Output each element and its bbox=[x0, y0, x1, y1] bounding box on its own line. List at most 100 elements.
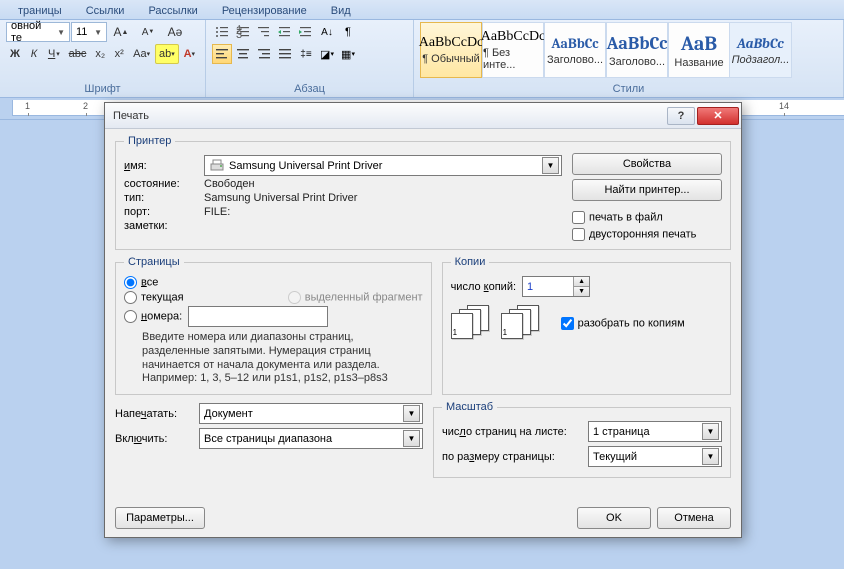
chevron-down-icon: ▾ bbox=[330, 50, 334, 58]
copies-spinner[interactable]: 1 ▲▼ bbox=[522, 276, 590, 297]
borders-button[interactable]: ▦▾ bbox=[338, 44, 358, 64]
subscript-button[interactable]: x₂ bbox=[91, 44, 109, 64]
help-button[interactable]: ? bbox=[667, 107, 695, 125]
tab-view[interactable]: Вид bbox=[319, 3, 363, 19]
shrink-font-button[interactable]: A▼ bbox=[135, 22, 161, 42]
pages-current-radio[interactable]: текущая bbox=[124, 291, 184, 304]
pages-selection-label: выделенный фрагмент bbox=[305, 291, 423, 303]
style-heading2[interactable]: AaBbCcЗаголово... bbox=[606, 22, 668, 78]
print-dialog: Печать ? ✕ Принтер имя: Samsung Universa… bbox=[104, 102, 742, 538]
print-what-value: Документ bbox=[204, 408, 253, 420]
indent-increase-button[interactable] bbox=[296, 22, 316, 42]
group-title-font: Шрифт bbox=[6, 81, 199, 97]
find-printer-button[interactable]: Найти принтер... bbox=[572, 179, 722, 201]
align-justify-button[interactable] bbox=[275, 44, 295, 64]
change-case-button[interactable]: Aa▾ bbox=[129, 44, 154, 64]
include-value: Все страницы диапазона bbox=[204, 433, 332, 445]
tab-review[interactable]: Рецензирование bbox=[210, 3, 319, 19]
per-sheet-combo[interactable]: 1 страница▼ bbox=[588, 421, 722, 442]
ruler-tick: 2 bbox=[83, 101, 88, 111]
pages-numbers-radio[interactable]: номера: bbox=[124, 310, 182, 323]
font-color-icon: A bbox=[184, 48, 192, 60]
align-right-button[interactable] bbox=[254, 44, 274, 64]
pages-legend: Страницы bbox=[124, 256, 184, 268]
clear-format-button[interactable]: Aә bbox=[162, 22, 188, 42]
italic-icon: К bbox=[31, 48, 37, 60]
collate-checkbox[interactable]: разобрать по копиям bbox=[561, 317, 685, 330]
style-sample: AaBbCcDc bbox=[481, 29, 546, 45]
chevron-down-icon[interactable]: ▼ bbox=[702, 448, 719, 465]
italic-button[interactable]: К bbox=[25, 44, 43, 64]
bold-icon: Ж bbox=[10, 48, 20, 60]
printer-port-value: FILE: bbox=[204, 206, 230, 218]
style-normal[interactable]: AaBbCcDc¶ Обычный bbox=[420, 22, 482, 78]
shrink-font-icon: A▼ bbox=[139, 23, 157, 41]
style-sample: AaBbCc bbox=[737, 35, 784, 52]
align-left-button[interactable] bbox=[212, 44, 232, 64]
indent-decrease-button[interactable] bbox=[275, 22, 295, 42]
tab-references[interactable]: Ссылки bbox=[74, 3, 137, 19]
highlight-button[interactable]: ab▾ bbox=[155, 44, 179, 64]
style-label: Название bbox=[674, 57, 723, 69]
ribbon-tabs: траницы Ссылки Рассылки Рецензирование В… bbox=[0, 0, 844, 20]
ok-button[interactable]: OK bbox=[577, 507, 651, 529]
pages-hint: Введите номера или диапазоны страниц, ра… bbox=[142, 331, 402, 386]
fit-combo[interactable]: Текущий ▼ bbox=[588, 446, 722, 467]
chevron-down-icon[interactable]: ▼ bbox=[542, 157, 559, 174]
style-label: ¶ Обычный bbox=[422, 53, 480, 65]
cancel-button[interactable]: Отмена bbox=[657, 507, 731, 529]
group-title-styles: Стили bbox=[420, 81, 837, 97]
align-center-button[interactable] bbox=[233, 44, 253, 64]
copies-legend: Копии bbox=[451, 256, 490, 268]
multilevel-button[interactable] bbox=[254, 22, 274, 42]
close-button[interactable]: ✕ bbox=[697, 107, 739, 125]
printer-name-label: имя: bbox=[124, 160, 198, 172]
show-marks-button[interactable]: ¶ bbox=[338, 22, 358, 42]
style-subtitle[interactable]: AaBbCcПодзагол... bbox=[730, 22, 792, 78]
styles-gallery[interactable]: AaBbCcDc¶ Обычный AaBbCcDc¶ Без инте... … bbox=[420, 22, 837, 78]
line-spacing-button[interactable]: ‡≡ bbox=[296, 44, 316, 64]
params-button[interactable]: Параметры... bbox=[115, 507, 205, 529]
bold-button[interactable]: Ж bbox=[6, 44, 24, 64]
underline-button[interactable]: Ч▾ bbox=[44, 44, 64, 64]
strike-button[interactable]: abc bbox=[65, 44, 91, 64]
chevron-down-icon: ▾ bbox=[147, 50, 151, 58]
printer-name-value: Samsung Universal Print Driver bbox=[229, 160, 382, 172]
numbering-button[interactable]: 123 bbox=[233, 22, 253, 42]
include-combo[interactable]: Все страницы диапазона ▼ bbox=[199, 428, 423, 449]
spin-up-icon[interactable]: ▲ bbox=[573, 277, 589, 287]
spin-down-icon[interactable]: ▼ bbox=[573, 287, 589, 296]
style-title[interactable]: AaBНазвание bbox=[668, 22, 730, 78]
group-title-paragraph: Абзац bbox=[212, 81, 407, 97]
style-nospacing[interactable]: AaBbCcDc¶ Без инте... bbox=[482, 22, 544, 78]
fit-value: Текущий bbox=[593, 451, 637, 463]
printer-icon bbox=[209, 159, 225, 173]
chevron-down-icon[interactable]: ▼ bbox=[702, 423, 719, 440]
sort-icon: A↓ bbox=[321, 27, 333, 38]
superscript-button[interactable]: x² bbox=[110, 44, 128, 64]
style-heading1[interactable]: AaBbCcЗаголово... bbox=[544, 22, 606, 78]
properties-button[interactable]: Свойства bbox=[572, 153, 722, 175]
dialog-titlebar[interactable]: Печать ? ✕ bbox=[105, 103, 741, 129]
print-to-file-checkbox[interactable]: печать в файл bbox=[572, 211, 722, 224]
grow-font-button[interactable]: A▲ bbox=[108, 22, 134, 42]
printer-name-combo[interactable]: Samsung Universal Print Driver ▼ bbox=[204, 155, 562, 176]
font-name-combo[interactable]: овной те▼ bbox=[6, 22, 70, 42]
tab-mailings[interactable]: Рассылки bbox=[136, 3, 209, 19]
line-spacing-icon: ‡≡ bbox=[300, 49, 311, 60]
chevron-down-icon[interactable]: ▼ bbox=[403, 430, 420, 447]
pages-all-radio[interactable]: все bbox=[124, 276, 158, 289]
print-what-combo[interactable]: Документ ▼ bbox=[199, 403, 423, 424]
sort-button[interactable]: A↓ bbox=[317, 22, 337, 42]
pages-numbers-input[interactable] bbox=[188, 306, 328, 327]
shading-button[interactable]: ◪▾ bbox=[317, 44, 337, 64]
tab-pagelayout[interactable]: траницы bbox=[6, 3, 74, 19]
bullets-button[interactable] bbox=[212, 22, 232, 42]
duplex-checkbox[interactable]: двусторонняя печать bbox=[572, 228, 722, 241]
chevron-down-icon: ▾ bbox=[56, 50, 60, 58]
chevron-down-icon[interactable]: ▼ bbox=[403, 405, 420, 422]
font-size-combo[interactable]: 11▼ bbox=[71, 22, 107, 42]
strike-icon: abc bbox=[69, 48, 87, 60]
font-color-button[interactable]: A▾ bbox=[180, 44, 199, 64]
chevron-down-icon: ▾ bbox=[171, 50, 175, 58]
